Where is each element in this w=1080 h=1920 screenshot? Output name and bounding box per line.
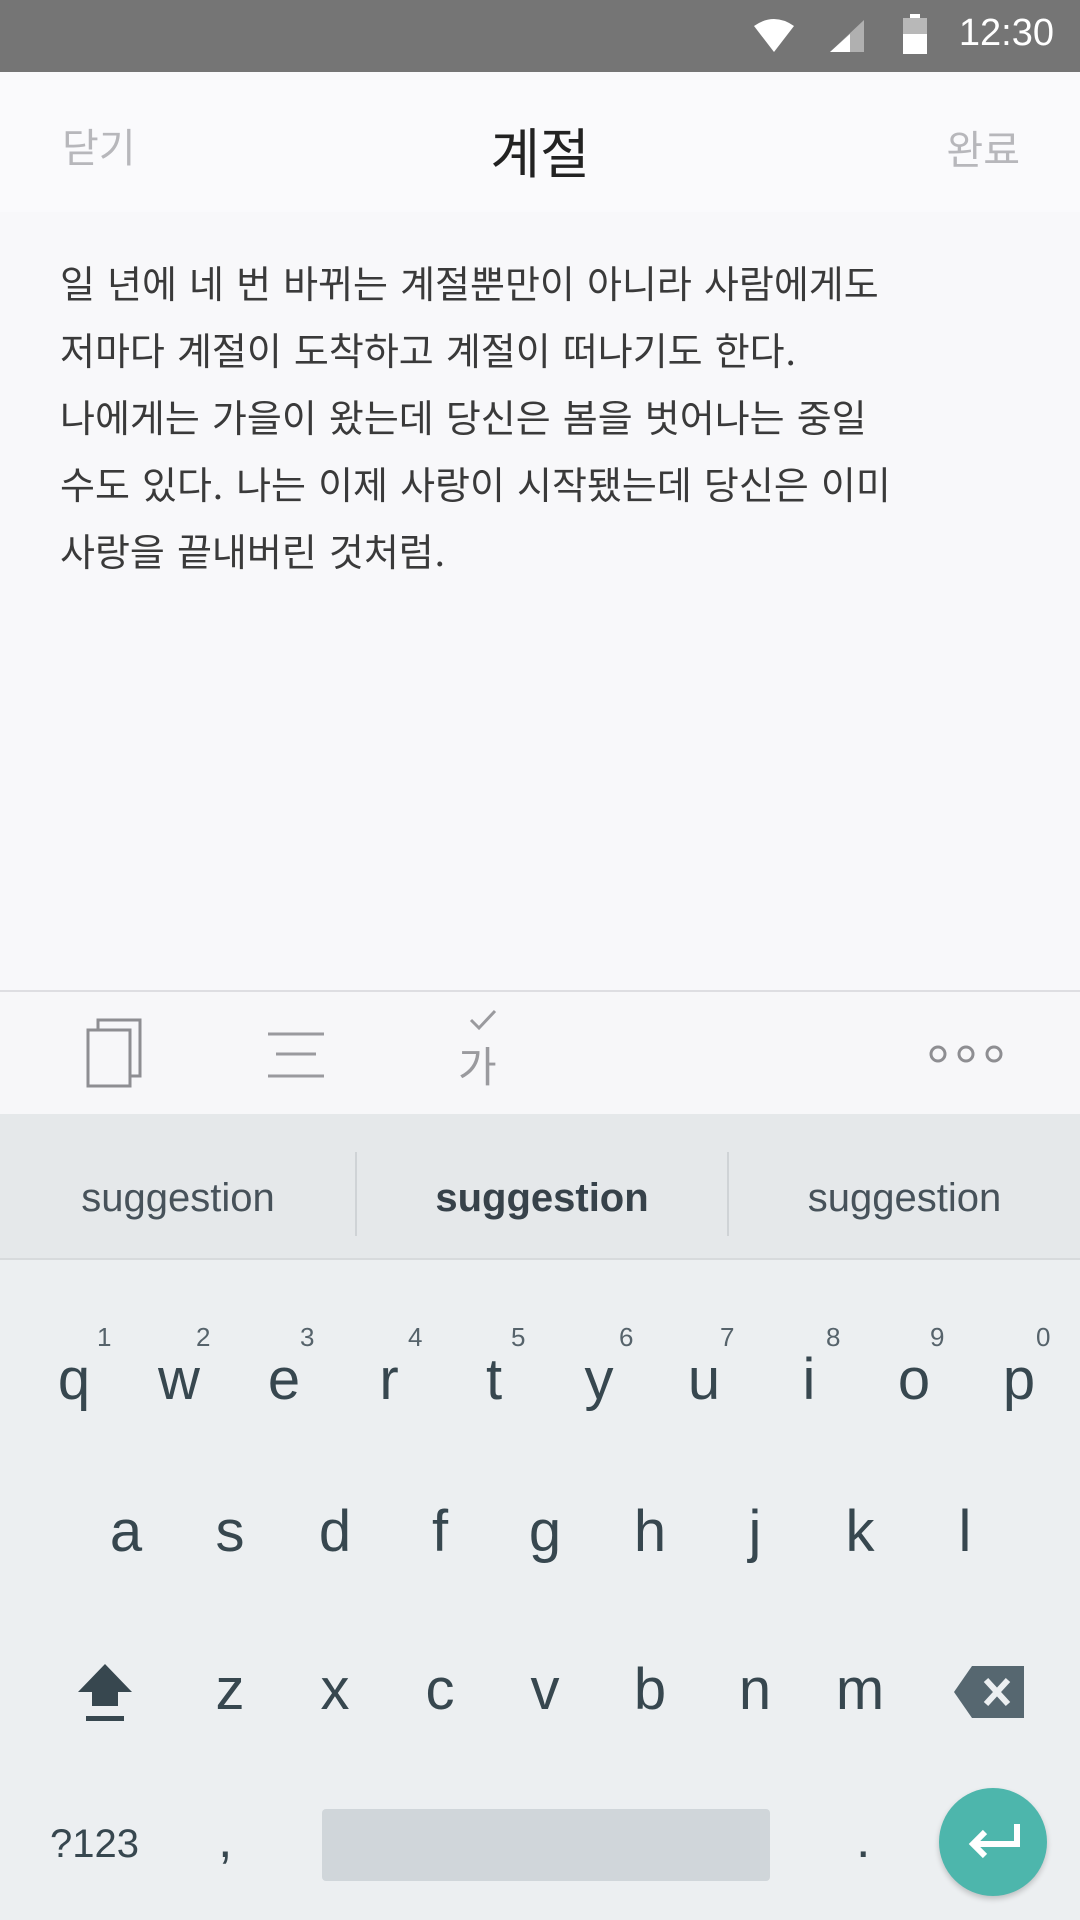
key-j[interactable]: j xyxy=(705,1472,805,1592)
enter-button[interactable] xyxy=(939,1788,1047,1896)
key-d[interactable]: d xyxy=(285,1472,385,1592)
battery-icon xyxy=(903,14,927,54)
status-bar: 12:30 xyxy=(0,0,1080,72)
key-p[interactable]: p xyxy=(969,1320,1069,1440)
key-s[interactable]: s xyxy=(180,1472,280,1592)
backspace-icon[interactable] xyxy=(952,1664,1028,1720)
key-hint: 8 xyxy=(826,1322,841,1352)
wifi-icon xyxy=(754,19,794,52)
status-time: 12:30 xyxy=(958,12,1054,54)
key-b[interactable]: b xyxy=(600,1630,700,1750)
key-o[interactable]: o xyxy=(864,1320,964,1440)
cell-signal-icon xyxy=(830,20,864,52)
key-v[interactable]: v xyxy=(495,1630,595,1750)
key-hint: 3 xyxy=(300,1322,315,1352)
key-t[interactable]: t xyxy=(444,1320,544,1440)
copy-icon[interactable] xyxy=(84,1018,144,1088)
page-title: 계절 xyxy=(490,123,590,186)
key-l[interactable]: l xyxy=(915,1472,1015,1592)
suggestion-left[interactable]: suggestion xyxy=(0,1114,356,1258)
key-hint: 6 xyxy=(619,1322,634,1352)
enter-icon xyxy=(968,1824,1020,1859)
key-k[interactable]: k xyxy=(810,1472,910,1592)
comma-key[interactable]: , xyxy=(218,1810,232,1870)
done-button[interactable]: 완료 xyxy=(946,118,1020,176)
key-hint: 4 xyxy=(408,1322,423,1352)
format-toolbar: 가 xyxy=(0,990,1080,1116)
note-line: 일 년에 네 번 바뀌는 계절뿐만이 아니라 사람에게도 xyxy=(60,263,879,307)
key-r[interactable]: r xyxy=(339,1320,439,1440)
note-line: 수도 있다. 나는 이제 사랑이 시작됐는데 당신은 이미 xyxy=(60,464,891,508)
key-y[interactable]: y xyxy=(549,1320,649,1440)
key-e[interactable]: e xyxy=(234,1320,334,1440)
key-hint: 1 xyxy=(97,1322,112,1352)
key-n[interactable]: n xyxy=(705,1630,805,1750)
period-key[interactable]: . xyxy=(856,1810,870,1870)
key-c[interactable]: c xyxy=(390,1630,490,1750)
key-g[interactable]: g xyxy=(495,1472,595,1592)
symbols-key[interactable]: ?123 xyxy=(50,1822,139,1867)
key-u[interactable]: u xyxy=(654,1320,754,1440)
key-a[interactable]: a xyxy=(76,1472,176,1592)
suggestion-center[interactable]: suggestion xyxy=(357,1114,727,1258)
key-hint: 2 xyxy=(196,1322,211,1352)
spellcheck-glyph: 가 xyxy=(458,1043,497,1092)
key-hint: 0 xyxy=(1036,1322,1051,1352)
note-body[interactable]: 일 년에 네 번 바뀌는 계절뿐만이 아니라 사람에게도 저마다 계절이 도착하… xyxy=(60,252,1020,587)
key-x[interactable]: x xyxy=(285,1630,385,1750)
key-z[interactable]: z xyxy=(180,1630,280,1750)
key-h[interactable]: h xyxy=(600,1472,700,1592)
more-icon[interactable] xyxy=(928,1042,1004,1066)
space-bar[interactable] xyxy=(322,1809,770,1881)
suggestion-strip: suggestion suggestion suggestion xyxy=(0,1114,1080,1260)
spellcheck-icon[interactable]: 가 xyxy=(450,1006,512,1096)
align-icon[interactable] xyxy=(266,1030,326,1082)
key-i[interactable]: i xyxy=(759,1320,859,1440)
suggestion-right[interactable]: suggestion xyxy=(729,1114,1080,1258)
note-line: 사랑을 끝내버린 것처럼. xyxy=(60,531,446,575)
key-hint: 5 xyxy=(511,1322,526,1352)
key-w[interactable]: w xyxy=(129,1320,229,1440)
key-hint: 9 xyxy=(930,1322,945,1352)
note-line: 저마다 계절이 도착하고 계절이 떠나기도 한다. xyxy=(60,330,797,374)
editor-header: 닫기 계절 완료 xyxy=(0,72,1080,212)
key-m[interactable]: m xyxy=(810,1630,910,1750)
key-f[interactable]: f xyxy=(390,1472,490,1592)
key-hint: 7 xyxy=(720,1322,735,1352)
shift-icon[interactable] xyxy=(74,1660,136,1724)
note-line: 나에게는 가을이 왔는데 당신은 봄을 벗어나는 중일 xyxy=(60,397,867,441)
